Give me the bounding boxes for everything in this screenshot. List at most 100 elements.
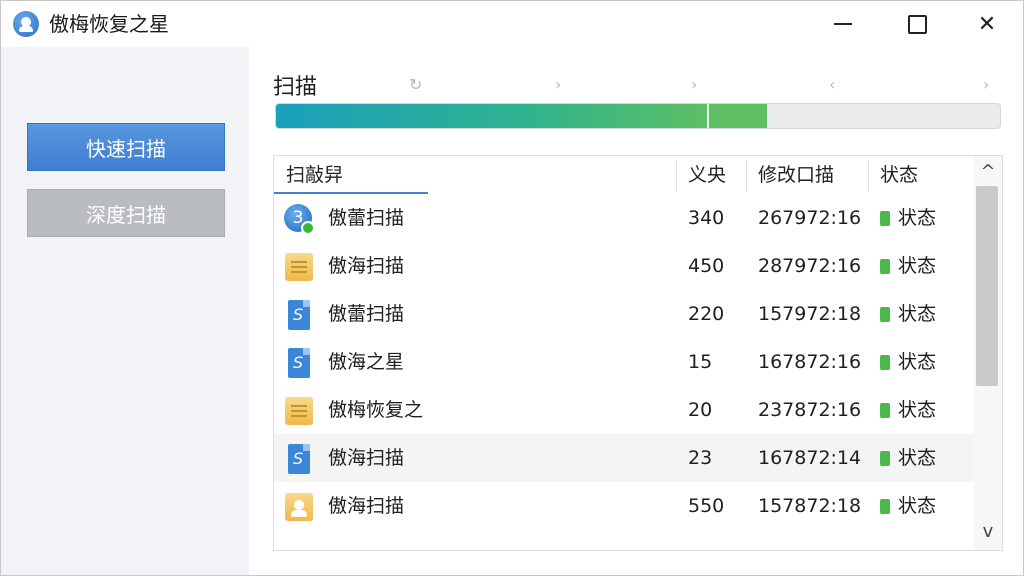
file-name: 傲海扫描 [328,255,405,277]
table-row[interactable]: S 傲海之星 15 167872:16 状态 [274,338,974,386]
status-dot-icon [880,499,890,514]
column-header-modified[interactable]: 修改口描 [758,156,834,194]
minimize-button[interactable] [823,9,863,39]
column-divider [868,160,869,192]
file-status: 状态 [880,194,936,242]
file-type-folder-icon [284,252,314,282]
file-name: 傲海扫描 [328,447,405,469]
scroll-up-icon[interactable]: ^ [974,158,1002,186]
column-divider [746,160,747,192]
scroll-down-icon[interactable]: v [974,518,1002,546]
file-name: 傲梅恢复之 [328,399,424,421]
file-modified: 237872:16 [758,399,862,421]
app-logo-body [19,26,33,32]
status-text: 状态 [898,447,937,469]
quick-scan-button[interactable]: 快速扫描 [27,123,225,171]
column-divider [676,160,677,192]
status-text: 状态 [898,399,937,421]
file-status: 状态 [880,242,936,290]
table-row[interactable]: 傲梅恢复之 20 237872:16 状态 [274,386,974,434]
status-text: 状态 [898,495,937,517]
icon-line [291,266,307,268]
main-panel: 扫描 ↻ › › ‹ › 扫敲舁 义央 修改口描 状态 3 傲蕾扫描 340 2… [249,47,1023,575]
app-logo-icon [13,11,39,37]
status-text: 状态 [898,207,937,229]
table-row[interactable]: 傲海扫描 550 157872:18 状态 [274,482,974,530]
file-circle-icon: 3 [284,204,315,235]
table-row[interactable]: 3 傲蕾扫描 340 267972:16 状态 [274,194,974,242]
file-status: 状态 [880,386,936,434]
file-size: 23 [688,447,713,469]
step-chevron-right-icon: › [555,75,562,94]
app-title: 傲梅恢复之星 [49,12,169,36]
app-window: 傲梅恢复之星 ✕ 快速扫描 深度扫描 扫描 ↻ › › ‹ › 扫敲舁 义央 修… [0,0,1024,576]
title-bar[interactable]: 傲梅恢复之星 ✕ [1,1,1023,47]
icon-glyph: S [293,449,304,468]
step-chevron-right-icon: › [983,75,990,94]
file-status: 状态 [880,434,936,482]
status-dot-icon [880,211,890,226]
status-dot-icon [880,451,890,466]
document-icon: S [288,300,310,330]
file-size: 450 [688,255,725,277]
status-dot-icon [880,355,890,370]
icon-line [291,405,307,407]
table-scrollbar[interactable]: ^ v [974,156,1002,550]
icon-line [291,261,307,263]
scan-progress-segment [706,104,767,128]
file-size: 15 [688,351,713,373]
file-type-doc-icon: S [284,444,314,474]
file-type-circle-icon: 3 [284,204,315,235]
table-row[interactable]: 傲海扫描 450 287972:16 状态 [274,242,974,290]
scan-title: 扫描 [273,75,318,100]
maximize-button[interactable] [897,9,937,39]
file-modified: 157872:18 [758,495,862,517]
person-head [294,500,304,510]
table-header: 扫敲舁 义央 修改口描 状态 [274,156,974,194]
file-modified: 167872:14 [758,447,862,469]
file-type-folder-icon [284,396,314,426]
document-icon: S [288,348,310,378]
scan-progress-bar [275,103,1001,129]
status-text: 状态 [898,255,937,277]
person-body [291,510,307,517]
column-header-name[interactable]: 扫敲舁 [286,156,343,194]
table-row[interactable]: S 傲海扫描 23 167872:14 状态 [274,434,974,482]
file-size: 550 [688,495,725,517]
step-chevron-right-icon: › [691,75,698,94]
file-size: 340 [688,207,725,229]
file-size: 20 [688,399,713,421]
deep-scan-button[interactable]: 深度扫描 [27,189,225,237]
icon-glyph: S [293,305,304,324]
scroll-up-glyph: ^ [980,161,996,182]
column-header-size[interactable]: 义央 [688,156,726,194]
step-chevron-left-icon: ‹ [829,75,836,94]
status-dot-icon [880,259,890,274]
scrollbar-thumb[interactable] [976,186,998,386]
status-dot-icon [880,403,890,418]
file-name: 傲蕾扫描 [328,303,405,325]
file-modified: 157972:18 [758,303,862,325]
icon-fold [303,348,310,355]
file-modified: 267972:16 [758,207,862,229]
file-status: 状态 [880,482,936,530]
folder-icon [285,397,313,425]
close-button[interactable]: ✕ [967,9,1007,39]
icon-line [291,415,307,417]
file-size: 220 [688,303,725,325]
file-modified: 287972:16 [758,255,862,277]
file-name: 傲海扫描 [328,495,405,517]
file-name: 傲海之星 [328,351,405,373]
column-header-status[interactable]: 状态 [880,156,918,194]
status-dot-icon [880,307,890,322]
icon-fold [303,300,310,307]
step-refresh-icon: ↻ [409,75,423,94]
icon-fold [303,444,310,451]
sidebar: 快速扫描 深度扫描 [1,47,249,575]
table-row[interactable]: S 傲蕾扫描 220 157972:18 状态 [274,290,974,338]
file-type-folder-person-icon [284,492,314,522]
green-badge-icon [301,221,315,235]
file-modified: 167872:16 [758,351,862,373]
icon-glyph: S [293,353,304,372]
folder-person-icon [285,493,313,521]
